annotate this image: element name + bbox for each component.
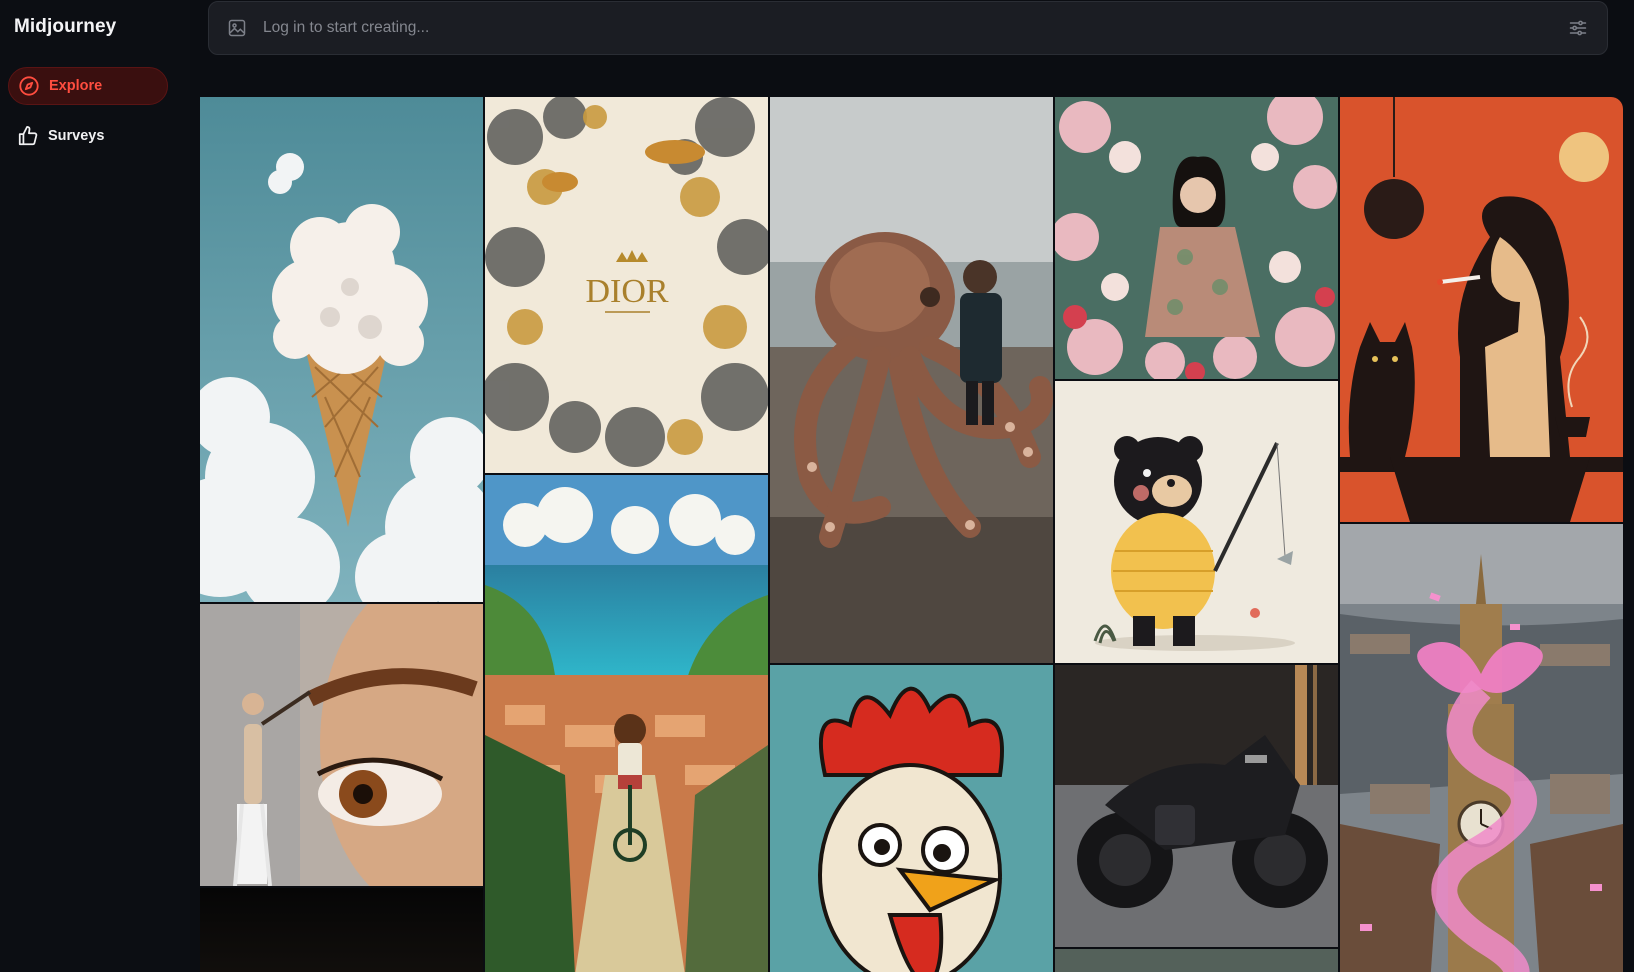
- explore-gallery: DIOR: [200, 97, 1624, 972]
- gallery-tile-octopus-beach[interactable]: [770, 97, 1053, 663]
- settings-sliders-icon[interactable]: [1567, 17, 1589, 39]
- gallery-tile-rooster-poster[interactable]: [770, 665, 1053, 972]
- thumbs-up-icon: [17, 125, 39, 147]
- gallery-tile-bear-fishing[interactable]: [1055, 381, 1338, 663]
- grey-tile-image: [1055, 949, 1338, 972]
- image-icon[interactable]: [227, 18, 247, 38]
- sidebar-item-label: Surveys: [48, 128, 105, 144]
- brand-logo[interactable]: Midjourney: [14, 16, 116, 38]
- woman-cat-poster-image: [1340, 97, 1623, 522]
- black-motorcycle-image: [1055, 665, 1338, 947]
- gallery-tile-coastal-cyclist[interactable]: [485, 475, 768, 972]
- dark-tile-image: [200, 888, 483, 972]
- dior-logo-text: DIOR: [585, 273, 668, 310]
- floral-portrait-image: [1055, 97, 1338, 379]
- gallery-tile-big-ben-ribbon[interactable]: [1340, 524, 1623, 972]
- gallery-tile-dior-toile[interactable]: DIOR: [485, 97, 768, 473]
- big-ben-ribbon-image: [1340, 524, 1623, 972]
- rooster-poster-image: [770, 665, 1053, 972]
- gallery-tile-black-motorcycle[interactable]: [1055, 665, 1338, 947]
- sidebar-item-explore[interactable]: Explore: [8, 67, 168, 105]
- gallery-tile-woman-cat-poster[interactable]: [1340, 97, 1623, 522]
- eye-painter-image: [200, 604, 483, 886]
- sidebar: Midjourney Explore Surveys: [0, 0, 190, 972]
- sidebar-item-surveys[interactable]: Surveys: [8, 117, 168, 155]
- prompt-input[interactable]: [263, 19, 1567, 37]
- gallery-tile-ice-cream-cloud[interactable]: [200, 97, 483, 602]
- gallery-tile-grey-tile[interactable]: [1055, 949, 1338, 972]
- sidebar-item-label: Explore: [49, 78, 103, 94]
- octopus-beach-image: [770, 97, 1053, 663]
- dior-toile-image: DIOR: [485, 97, 768, 473]
- prompt-bar: [208, 1, 1608, 55]
- bear-fishing-image: [1055, 381, 1338, 663]
- coastal-cyclist-image: [485, 475, 768, 972]
- ice-cream-cloud-image: [200, 97, 483, 602]
- compass-icon: [18, 75, 40, 97]
- gallery-tile-eye-painter[interactable]: [200, 604, 483, 886]
- gallery-tile-dark-tile[interactable]: [200, 888, 483, 972]
- gallery-tile-floral-portrait[interactable]: [1055, 97, 1338, 379]
